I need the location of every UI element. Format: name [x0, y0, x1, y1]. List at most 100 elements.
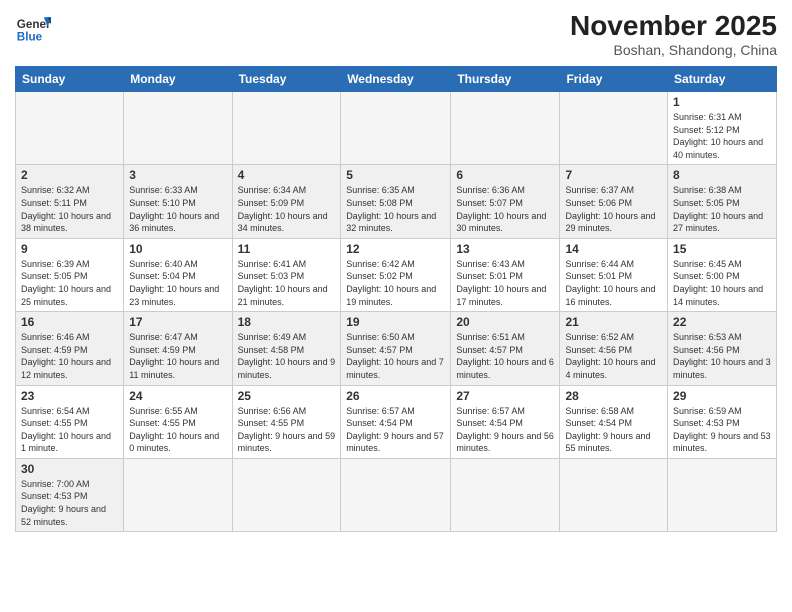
day-number: 4 — [238, 168, 336, 182]
weekday-header-row: Sunday Monday Tuesday Wednesday Thursday… — [16, 67, 777, 92]
day-cell-w0-d0 — [16, 92, 124, 165]
day-cell-w4-d5: 28 Sunrise: 6:58 AM Sunset: 4:54 PM Dayli… — [560, 385, 668, 458]
day-number: 27 — [456, 389, 554, 403]
day-cell-w2-d5: 14 Sunrise: 6:44 AM Sunset: 5:01 PM Dayli… — [560, 238, 668, 311]
day-info: Sunrise: 6:55 AM Sunset: 4:55 PM Dayligh… — [129, 405, 226, 455]
day-cell-w1-d0: 2Sunrise: 6:32 AM Sunset: 5:11 PM Daylig… — [16, 165, 124, 238]
day-info: Sunrise: 6:36 AM Sunset: 5:07 PM Dayligh… — [456, 184, 554, 234]
day-info: Sunrise: 6:34 AM Sunset: 5:09 PM Dayligh… — [238, 184, 336, 234]
day-cell-w5-d2 — [232, 458, 341, 531]
day-cell-w4-d6: 29 Sunrise: 6:59 AM Sunset: 4:53 PM Dayli… — [668, 385, 777, 458]
week-row-3: 16 Sunrise: 6:46 AM Sunset: 4:59 PM Dayli… — [16, 312, 777, 385]
day-cell-w4-d4: 27 Sunrise: 6:57 AM Sunset: 4:54 PM Dayli… — [451, 385, 560, 458]
day-cell-w2-d0: 9Sunrise: 6:39 AM Sunset: 5:05 PM Daylig… — [16, 238, 124, 311]
day-number: 14 — [565, 242, 662, 256]
week-row-2: 9Sunrise: 6:39 AM Sunset: 5:05 PM Daylig… — [16, 238, 777, 311]
day-number: 23 — [21, 389, 118, 403]
day-cell-w2-d1: 10 Sunrise: 6:40 AM Sunset: 5:04 PM Dayli… — [124, 238, 232, 311]
day-cell-w4-d3: 26Sunrise: 6:57 AM Sunset: 4:54 PM Dayli… — [341, 385, 451, 458]
day-info: Sunrise: 6:47 AM Sunset: 4:59 PM Dayligh… — [129, 331, 226, 381]
day-info: Sunrise: 6:53 AM Sunset: 4:56 PM Dayligh… — [673, 331, 771, 381]
day-info: Sunrise: 6:37 AM Sunset: 5:06 PM Dayligh… — [565, 184, 662, 234]
day-cell-w1-d4: 6 Sunrise: 6:36 AM Sunset: 5:07 PM Daylig… — [451, 165, 560, 238]
header-wednesday: Wednesday — [341, 67, 451, 92]
day-number: 20 — [456, 315, 554, 329]
day-info: Sunrise: 6:58 AM Sunset: 4:54 PM Dayligh… — [565, 405, 662, 455]
day-cell-w5-d1 — [124, 458, 232, 531]
day-cell-w2-d3: 12Sunrise: 6:42 AM Sunset: 5:02 PM Dayli… — [341, 238, 451, 311]
day-cell-w5-d5 — [560, 458, 668, 531]
day-info: Sunrise: 6:41 AM Sunset: 5:03 PM Dayligh… — [238, 258, 336, 308]
day-cell-w0-d1 — [124, 92, 232, 165]
day-info: Sunrise: 6:42 AM Sunset: 5:02 PM Dayligh… — [346, 258, 445, 308]
location-subtitle: Boshan, Shandong, China — [570, 42, 777, 58]
day-info: Sunrise: 6:46 AM Sunset: 4:59 PM Dayligh… — [21, 331, 118, 381]
day-number: 21 — [565, 315, 662, 329]
day-number: 28 — [565, 389, 662, 403]
week-row-1: 2Sunrise: 6:32 AM Sunset: 5:11 PM Daylig… — [16, 165, 777, 238]
day-cell-w4-d1: 24 Sunrise: 6:55 AM Sunset: 4:55 PM Dayli… — [124, 385, 232, 458]
day-number: 29 — [673, 389, 771, 403]
day-cell-w1-d3: 5 Sunrise: 6:35 AM Sunset: 5:08 PM Daylig… — [341, 165, 451, 238]
logo: General Blue — [15, 10, 51, 46]
header-thursday: Thursday — [451, 67, 560, 92]
month-year-title: November 2025 — [570, 10, 777, 42]
day-number: 16 — [21, 315, 118, 329]
day-info: Sunrise: 6:38 AM Sunset: 5:05 PM Dayligh… — [673, 184, 771, 234]
day-info: Sunrise: 6:49 AM Sunset: 4:58 PM Dayligh… — [238, 331, 336, 381]
day-number: 25 — [238, 389, 336, 403]
day-number: 10 — [129, 242, 226, 256]
day-info: Sunrise: 6:56 AM Sunset: 4:55 PM Dayligh… — [238, 405, 336, 455]
day-cell-w0-d4 — [451, 92, 560, 165]
day-number: 1 — [673, 95, 771, 109]
day-cell-w3-d2: 18Sunrise: 6:49 AM Sunset: 4:58 PM Dayli… — [232, 312, 341, 385]
day-cell-w2-d6: 15 Sunrise: 6:45 AM Sunset: 5:00 PM Dayli… — [668, 238, 777, 311]
day-number: 11 — [238, 242, 336, 256]
day-cell-w5-d4 — [451, 458, 560, 531]
header-saturday: Saturday — [668, 67, 777, 92]
day-info: Sunrise: 6:45 AM Sunset: 5:00 PM Dayligh… — [673, 258, 771, 308]
day-number: 15 — [673, 242, 771, 256]
day-number: 8 — [673, 168, 771, 182]
day-cell-w4-d2: 25 Sunrise: 6:56 AM Sunset: 4:55 PM Dayli… — [232, 385, 341, 458]
header-monday: Monday — [124, 67, 232, 92]
day-cell-w4-d0: 23 Sunrise: 6:54 AM Sunset: 4:55 PM Dayli… — [16, 385, 124, 458]
week-row-5: 30Sunrise: 7:00 AM Sunset: 4:53 PM Dayli… — [16, 458, 777, 531]
day-cell-w0-d3 — [341, 92, 451, 165]
day-number: 19 — [346, 315, 445, 329]
day-cell-w0-d6: 1 Sunrise: 6:31 AM Sunset: 5:12 PM Daylig… — [668, 92, 777, 165]
day-number: 6 — [456, 168, 554, 182]
logo-icon: General Blue — [15, 10, 51, 46]
day-cell-w2-d4: 13 Sunrise: 6:43 AM Sunset: 5:01 PM Dayli… — [451, 238, 560, 311]
calendar-table: Sunday Monday Tuesday Wednesday Thursday… — [15, 66, 777, 532]
day-info: Sunrise: 6:32 AM Sunset: 5:11 PM Dayligh… — [21, 184, 118, 234]
day-info: Sunrise: 6:31 AM Sunset: 5:12 PM Dayligh… — [673, 111, 771, 161]
day-number: 13 — [456, 242, 554, 256]
day-cell-w1-d1: 3 Sunrise: 6:33 AM Sunset: 5:10 PM Daylig… — [124, 165, 232, 238]
day-cell-w1-d6: 8 Sunrise: 6:38 AM Sunset: 5:05 PM Daylig… — [668, 165, 777, 238]
day-cell-w5-d6 — [668, 458, 777, 531]
day-info: Sunrise: 6:57 AM Sunset: 4:54 PM Dayligh… — [456, 405, 554, 455]
day-number: 5 — [346, 168, 445, 182]
day-info: Sunrise: 6:51 AM Sunset: 4:57 PM Dayligh… — [456, 331, 554, 381]
day-info: Sunrise: 7:00 AM Sunset: 4:53 PM Dayligh… — [21, 478, 118, 528]
day-info: Sunrise: 6:54 AM Sunset: 4:55 PM Dayligh… — [21, 405, 118, 455]
day-info: Sunrise: 6:40 AM Sunset: 5:04 PM Dayligh… — [129, 258, 226, 308]
week-row-4: 23 Sunrise: 6:54 AM Sunset: 4:55 PM Dayli… — [16, 385, 777, 458]
day-info: Sunrise: 6:52 AM Sunset: 4:56 PM Dayligh… — [565, 331, 662, 381]
day-cell-w5-d0: 30Sunrise: 7:00 AM Sunset: 4:53 PM Dayli… — [16, 458, 124, 531]
day-number: 9 — [21, 242, 118, 256]
day-info: Sunrise: 6:33 AM Sunset: 5:10 PM Dayligh… — [129, 184, 226, 234]
title-block: November 2025 Boshan, Shandong, China — [570, 10, 777, 58]
day-cell-w3-d6: 22Sunrise: 6:53 AM Sunset: 4:56 PM Dayli… — [668, 312, 777, 385]
day-number: 26 — [346, 389, 445, 403]
day-number: 17 — [129, 315, 226, 329]
day-number: 3 — [129, 168, 226, 182]
day-cell-w3-d4: 20 Sunrise: 6:51 AM Sunset: 4:57 PM Dayli… — [451, 312, 560, 385]
day-info: Sunrise: 6:44 AM Sunset: 5:01 PM Dayligh… — [565, 258, 662, 308]
day-number: 24 — [129, 389, 226, 403]
day-info: Sunrise: 6:35 AM Sunset: 5:08 PM Dayligh… — [346, 184, 445, 234]
week-row-0: 1 Sunrise: 6:31 AM Sunset: 5:12 PM Daylig… — [16, 92, 777, 165]
day-info: Sunrise: 6:59 AM Sunset: 4:53 PM Dayligh… — [673, 405, 771, 455]
day-info: Sunrise: 6:43 AM Sunset: 5:01 PM Dayligh… — [456, 258, 554, 308]
